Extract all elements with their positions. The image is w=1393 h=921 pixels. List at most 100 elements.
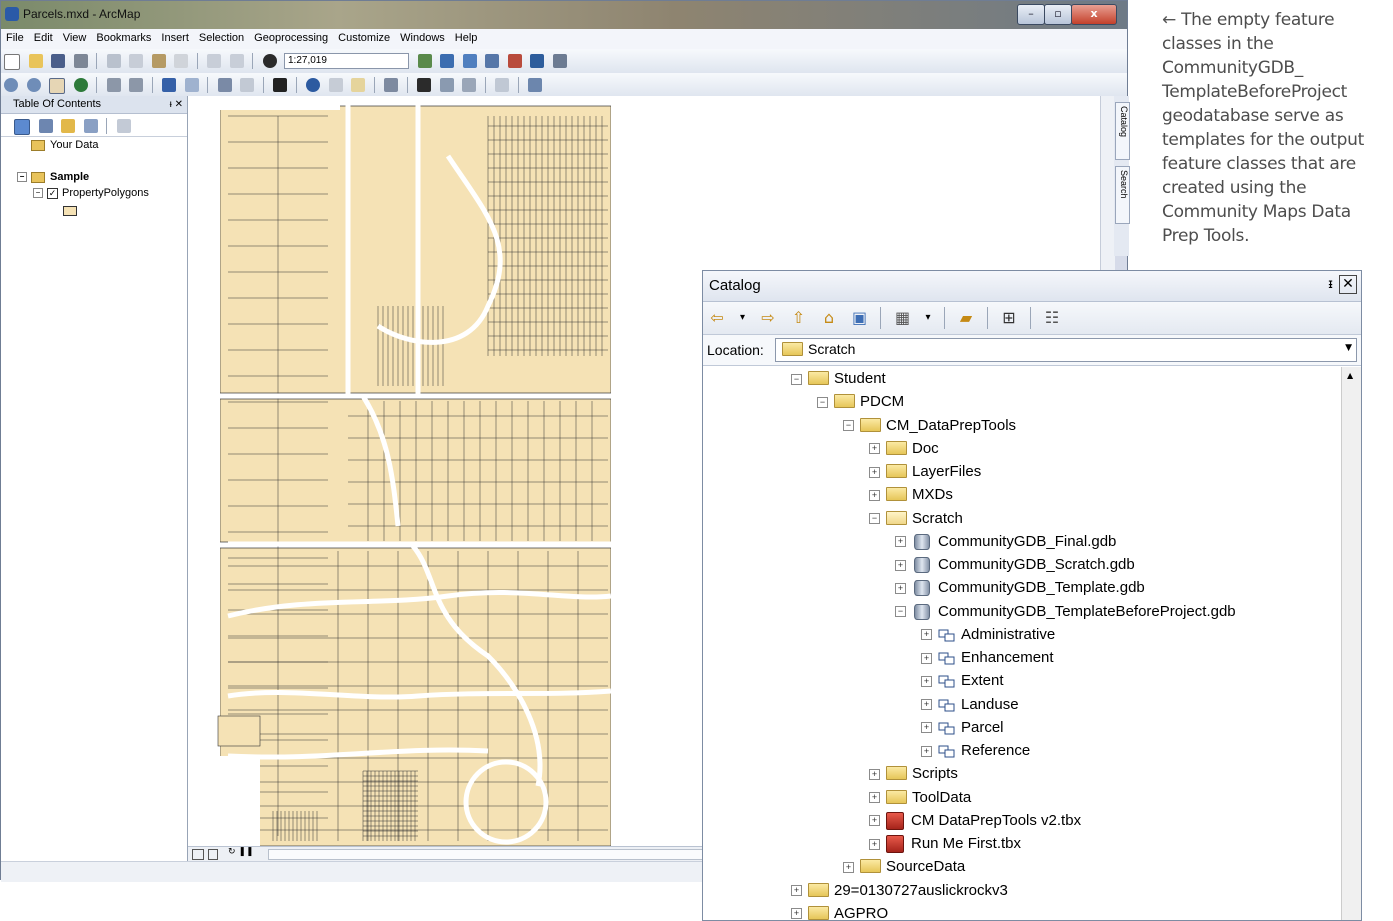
catalog-tree-item[interactable]: + CommunityGDB_Template.gdb [895, 577, 1145, 599]
print-icon[interactable] [73, 54, 88, 68]
python-window-icon[interactable] [530, 54, 544, 68]
catalog-tree-item[interactable]: + Extent [921, 670, 1004, 692]
expand-icon[interactable]: + [921, 675, 932, 687]
location-dropdown[interactable]: Scratch ▼ [775, 338, 1357, 362]
expand-icon[interactable]: + [921, 629, 932, 641]
toc-layer-your-data[interactable]: Your Data [31, 139, 99, 151]
forward-icon[interactable]: ⇨ [758, 308, 778, 328]
toggle-contents-panel-icon[interactable]: ⊞ [999, 308, 1019, 328]
collapse-icon[interactable]: − [17, 172, 27, 183]
scroll-up-icon[interactable]: ▲ [1347, 371, 1353, 380]
open-icon[interactable] [28, 54, 43, 68]
delete-icon[interactable] [174, 54, 188, 68]
collapse-icon[interactable]: − [869, 513, 880, 525]
collapse-icon[interactable]: − [817, 396, 828, 408]
expand-icon[interactable]: + [921, 699, 932, 711]
up-one-level-icon[interactable]: ⇧ [789, 308, 809, 328]
collapse-icon[interactable]: − [843, 420, 854, 432]
expand-icon[interactable]: + [895, 536, 906, 548]
layout-view-icon[interactable] [208, 849, 218, 860]
menu-insert[interactable]: Insert [156, 29, 194, 44]
expand-icon[interactable]: + [791, 885, 802, 897]
menu-selection[interactable]: Selection [194, 29, 249, 44]
polygon-symbol-swatch[interactable] [63, 206, 77, 216]
catalog-tree-item[interactable]: + SourceData [843, 856, 965, 878]
chevron-down-icon[interactable]: ▼ [1345, 343, 1352, 353]
model-builder-icon[interactable] [552, 54, 567, 68]
catalog-tree-item[interactable]: + Administrative [921, 624, 1055, 646]
menu-view[interactable]: View [58, 29, 92, 44]
expand-icon[interactable]: + [869, 838, 880, 850]
catalog-tree-item[interactable]: + CommunityGDB_Final.gdb [895, 531, 1116, 553]
clear-selection-icon[interactable] [240, 78, 254, 92]
html-popup-icon[interactable] [351, 78, 365, 92]
auto-hide-pin-icon[interactable]: ᵻ [1328, 277, 1333, 292]
expand-icon[interactable]: + [895, 559, 906, 571]
catalog-tree-item[interactable]: + MXDs [869, 484, 953, 506]
catalog-tree-item[interactable]: + ToolData [869, 787, 971, 809]
select-elements-icon[interactable] [273, 78, 287, 92]
catalog-tree-item[interactable]: − CM_DataPrepTools [843, 415, 1016, 437]
create-viewer-window-icon[interactable] [528, 78, 542, 92]
catalog-vertical-scrollbar[interactable]: ▲ [1341, 367, 1361, 920]
fixed-zoom-out-icon[interactable] [129, 78, 143, 92]
catalog-tree-item[interactable]: − Student [791, 368, 886, 390]
go-to-xy-icon[interactable] [462, 78, 476, 92]
expand-icon[interactable]: + [921, 722, 932, 734]
find-route-icon[interactable] [439, 78, 454, 92]
list-by-source-icon[interactable] [38, 119, 53, 133]
catalog-tree-item[interactable]: + Enhancement [921, 647, 1054, 669]
close-button[interactable]: x [1071, 4, 1117, 25]
cut-icon[interactable] [106, 54, 121, 68]
menu-help[interactable]: Help [450, 29, 483, 44]
expand-icon[interactable]: + [843, 861, 854, 873]
measure-icon[interactable] [384, 78, 398, 92]
catalog-tree-item[interactable]: + CM DataPrepTools v2.tbx [869, 810, 1081, 832]
data-view-icon[interactable] [192, 849, 204, 860]
toc-layer-sample[interactable]: − Sample [17, 171, 89, 183]
home-icon[interactable]: ⌂ [819, 308, 839, 328]
catalog-tree-item[interactable]: +29=0130727auslickrockv3 [791, 880, 1008, 902]
catalog-tree-item[interactable]: + CommunityGDB_Scratch.gdb [895, 554, 1135, 576]
copy-icon[interactable] [129, 54, 143, 68]
catalog-window-icon[interactable] [462, 54, 477, 68]
menu-file[interactable]: File [1, 29, 29, 44]
collapse-icon[interactable]: − [895, 606, 906, 618]
select-features-icon[interactable] [217, 78, 232, 92]
expand-icon[interactable]: + [869, 489, 880, 501]
table-of-contents-icon[interactable] [440, 54, 454, 68]
catalog-tree-item[interactable]: + LayerFiles [869, 461, 981, 483]
expand-icon[interactable]: + [869, 768, 880, 780]
minimize-button[interactable]: – [1017, 4, 1045, 25]
catalog-tree-item[interactable]: − CommunityGDB_TemplateBeforeProject.gdb [895, 601, 1236, 623]
expand-icon[interactable]: + [895, 582, 906, 594]
catalog-tree-item[interactable]: + Parcel [921, 717, 1004, 739]
list-by-drawing-order-icon[interactable] [14, 119, 30, 135]
arctoolbox-icon[interactable] [507, 54, 522, 68]
collapse-icon[interactable]: − [791, 373, 802, 385]
collapse-icon[interactable]: − [33, 188, 43, 199]
undo-icon[interactable] [207, 54, 221, 68]
zoom-in-icon[interactable] [4, 78, 18, 92]
menu-windows[interactable]: Windows [395, 29, 450, 44]
paste-icon[interactable] [151, 54, 166, 68]
hyperlink-icon[interactable] [328, 78, 343, 92]
expand-icon[interactable]: + [921, 652, 932, 664]
expand-icon[interactable]: + [869, 443, 880, 455]
search-side-tab[interactable]: Search [1115, 166, 1130, 224]
catalog-tree-item[interactable]: + Doc [869, 438, 939, 460]
catalog-tree-item[interactable]: + Landuse [921, 694, 1019, 716]
time-slider-icon[interactable] [495, 78, 509, 92]
save-icon[interactable] [51, 54, 65, 68]
editor-toolbar-icon[interactable] [417, 54, 432, 68]
catalog-side-tab[interactable]: Catalog [1115, 102, 1130, 160]
find-icon[interactable] [417, 78, 431, 92]
maximize-button[interactable]: ▫ [1044, 4, 1072, 25]
view-dropdown-icon[interactable]: ▾ [923, 308, 933, 328]
toc-layer-propertypolygons[interactable]: − ✓ PropertyPolygons [33, 187, 149, 199]
catalog-close-button[interactable]: ✕ [1339, 275, 1357, 294]
menu-customize[interactable]: Customize [333, 29, 395, 44]
zoom-out-icon[interactable] [26, 78, 41, 92]
expand-icon[interactable]: + [869, 792, 880, 804]
fixed-zoom-in-icon[interactable] [106, 78, 121, 92]
